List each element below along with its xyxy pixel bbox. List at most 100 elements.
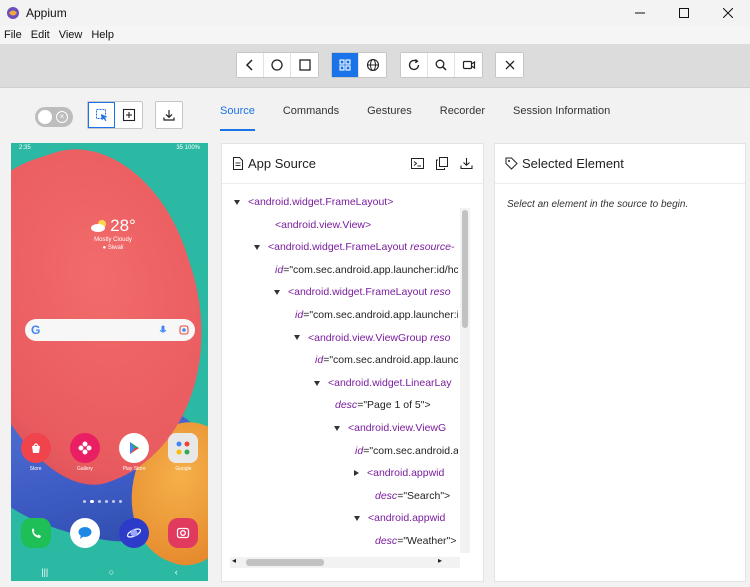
location-pin-icon: ● [102,245,107,251]
app-source-panel: App Source <android.widget.FrameLayout> <… [221,143,484,582]
expand-arrow-icon[interactable] [234,199,240,205]
source-tree[interactable]: <android.widget.FrameLayout> <android.vie… [230,194,458,549]
source-horizontal-scrollbar[interactable]: ◂ ▸ [230,556,460,568]
lens-icon [179,325,189,335]
node-attribute: desc [375,535,398,547]
source-tree-node[interactable]: <android.view.View> [275,219,371,231]
node-attribute-value: ="Search"> [397,489,451,502]
record-button[interactable] [455,53,482,77]
copy-icon[interactable] [436,157,448,170]
google-folder-icon [168,433,199,463]
menu-bar: File Edit View Help [0,26,750,44]
download-screenshot-button[interactable] [155,101,183,129]
app-switch-button[interactable] [291,53,318,77]
scrollbar-thumb[interactable] [462,210,468,328]
web-context-button[interactable] [359,53,386,77]
node-attribute: id [315,354,324,367]
crosshair-icon [122,108,135,122]
source-vertical-scrollbar[interactable] [460,208,470,553]
home-apps-row: Store Gallery Play Store Google [11,433,208,472]
selected-element-panel: Selected Element Select an element in th… [494,143,746,582]
node-attribute: id [275,263,284,276]
tab-gestures[interactable]: Gestures [367,105,412,129]
weather-location: ● Siwali [83,245,143,251]
app-play-store: Play Store [114,433,154,472]
store-icon [20,433,51,463]
select-elements-button[interactable] [88,102,115,128]
device-status-right: 35 100% [176,145,200,151]
close-icon [723,8,733,18]
search-element-button[interactable] [428,53,455,77]
source-tree-node[interactable]: <android.widget.FrameLayout> [234,196,393,208]
menu-view[interactable]: View [55,29,88,41]
device-screenshot[interactable]: 2:35 35 100% 28° Mostly Cloudy ● Siwali … [11,143,208,581]
download-icon [163,110,175,121]
node-tag: <android.view.View> [275,218,372,231]
window-title: Appium [26,6,67,20]
close-icon [505,60,514,70]
expand-arrow-icon[interactable] [274,290,280,296]
expand-arrow-icon[interactable] [314,380,320,386]
expand-arrow-icon[interactable] [294,335,300,341]
node-tag: <android.widget.FrameLayout [288,286,428,299]
source-tree-node[interactable]: <android.widget.LinearLay [314,377,451,389]
node-attribute: reso [427,286,451,299]
source-tree-node[interactable]: <android.appwid [354,467,444,479]
globe-icon [366,58,379,72]
source-tree-node[interactable]: <android.appwid [354,512,445,524]
scroll-left-icon[interactable]: ◂ [232,556,236,565]
app-source-actions [411,157,473,170]
source-tree-node: id="com.sec.android.app.launcher:id/hc [275,264,458,276]
refresh-button[interactable] [401,53,428,77]
expand-arrow-icon[interactable] [334,425,340,431]
tap-coordinates-button[interactable] [115,102,142,128]
source-tree-node: desc="Page 1 of 5"> [335,399,431,411]
menu-help[interactable]: Help [87,29,119,41]
menu-file[interactable]: File [0,29,27,41]
context-group [331,52,387,78]
tab-commands[interactable]: Commands [283,105,339,129]
toolbar [0,44,750,88]
home-icon: ○ [108,567,115,577]
source-tree-node[interactable]: <android.widget.FrameLayout reso [274,286,451,298]
source-tree-node[interactable]: <android.widget.FrameLayout resource- [254,241,454,253]
node-attribute: desc [375,489,398,502]
source-tree-node: id="com.sec.android.a [355,445,458,457]
app-label: Google [175,466,192,472]
native-context-button[interactable] [332,53,359,77]
screenshot-toggle[interactable]: × [35,107,73,127]
page-dot [119,500,122,503]
page-dot [105,500,108,503]
quit-session-button[interactable] [496,53,523,77]
node-attribute: desc [335,399,358,412]
device-nav-group [236,52,319,78]
tab-source[interactable]: Source [220,105,255,131]
gallery-icon [69,433,100,463]
selected-element-title: Selected Element [522,156,624,171]
node-attribute: resource- [407,241,455,254]
minimize-button[interactable] [618,0,662,26]
menu-edit[interactable]: Edit [27,29,55,41]
close-window-button[interactable] [706,0,750,26]
scrollbar-thumb[interactable] [246,559,324,566]
terminal-icon[interactable] [411,157,424,170]
tab-recorder[interactable]: Recorder [440,105,485,129]
expand-arrow-icon[interactable] [354,516,360,522]
phone-icon [20,518,51,548]
source-tree-node: desc="Weather"> [375,535,456,547]
search-bar-icons [159,325,189,335]
collapse-arrow-icon[interactable] [354,470,359,477]
tab-session-information[interactable]: Session Information [513,105,610,129]
app-source-header: App Source [222,144,483,184]
maximize-button[interactable] [662,0,706,26]
expand-arrow-icon[interactable] [254,244,260,250]
scroll-right-icon[interactable]: ▸ [438,556,442,565]
download-icon[interactable] [460,157,473,170]
node-tag: <android.appwid [368,512,446,525]
back-button[interactable] [237,53,264,77]
microphone-icon [159,325,167,333]
source-tree-node[interactable]: <android.view.ViewGroup reso [294,332,451,344]
home-button[interactable] [264,53,291,77]
node-attribute-value: ="com.sec.android.app.launcher:id/hc [283,263,458,276]
source-tree-node[interactable]: <android.view.ViewG [334,422,446,434]
